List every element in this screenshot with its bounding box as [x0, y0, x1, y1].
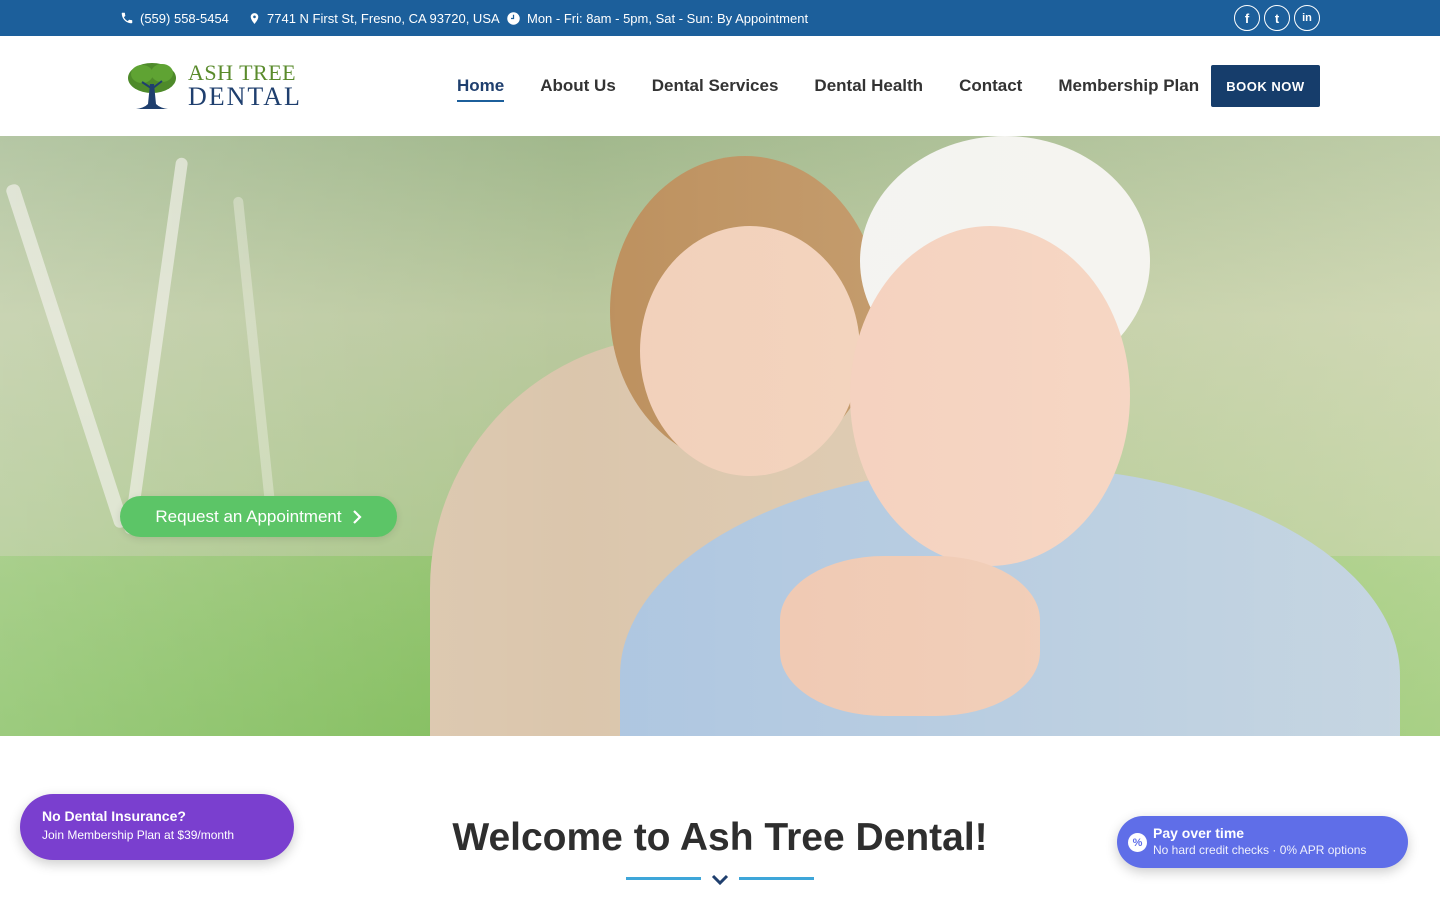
site-header: ASH TREE DENTAL Home About Us Dental Ser…: [0, 36, 1440, 136]
phone-info[interactable]: (559) 558-5454: [120, 0, 229, 36]
main-nav: Home About Us Dental Services Dental Hea…: [457, 36, 1235, 136]
nav-dental-health[interactable]: Dental Health: [814, 70, 923, 102]
logo-text-ash-tree: ASH TREE: [188, 60, 297, 85]
hero-banner: Request an Appointment: [0, 136, 1440, 736]
address-text: 7741 N First St, Fresno, CA 93720, USA: [267, 10, 500, 26]
nav-about-us[interactable]: About Us: [540, 70, 616, 102]
linkedin-icon[interactable]: in: [1294, 5, 1320, 31]
membership-promo-badge[interactable]: No Dental Insurance? Join Membership Pla…: [20, 794, 294, 860]
percent-icon: %: [1128, 833, 1147, 852]
hero-overlay: [0, 136, 1440, 736]
nav-membership-plan[interactable]: Membership Plan: [1058, 70, 1199, 102]
twitter-icon[interactable]: t: [1264, 5, 1290, 31]
social-links: f t in: [1234, 5, 1320, 31]
request-appointment-label: Request an Appointment: [155, 506, 342, 526]
request-appointment-button[interactable]: Request an Appointment: [120, 496, 397, 537]
nav-contact[interactable]: Contact: [959, 70, 1022, 102]
logo-text-dental: DENTAL: [188, 82, 302, 111]
location-pin-icon: [250, 12, 259, 24]
nav-dental-services[interactable]: Dental Services: [652, 70, 779, 102]
hours-text: Mon - Fri: 8am - 5pm, Sat - Sun: By Appo…: [527, 10, 809, 26]
tree-logo-icon: [128, 63, 176, 109]
top-info-bar: (559) 558-5454 7741 N First St, Fresno, …: [0, 0, 1440, 36]
promo-title: No Dental Insurance?: [42, 808, 186, 824]
chevron-right-icon: [352, 509, 362, 524]
hours-info: Mon - Fri: 8am - 5pm, Sat - Sun: By Appo…: [506, 0, 808, 36]
pay-over-time-badge[interactable]: % Pay over time No hard credit checks · …: [1117, 816, 1408, 868]
financing-subtitle: No hard credit checks · 0% APR options: [1153, 843, 1367, 857]
financing-title: Pay over time: [1153, 825, 1245, 841]
facebook-icon[interactable]: f: [1234, 5, 1260, 31]
nav-home[interactable]: Home: [457, 70, 505, 102]
chevron-down-icon: [711, 874, 729, 886]
phone-icon: [121, 12, 133, 24]
section-divider: [626, 872, 814, 888]
address-info: 7741 N First St, Fresno, CA 93720, USA: [248, 0, 500, 36]
site-logo[interactable]: ASH TREE DENTAL: [124, 60, 302, 112]
book-now-button[interactable]: BOOK NOW: [1211, 65, 1320, 107]
promo-subtitle: Join Membership Plan at $39/month: [42, 828, 235, 842]
phone-number[interactable]: (559) 558-5454: [140, 11, 229, 26]
clock-icon: [507, 11, 520, 25]
